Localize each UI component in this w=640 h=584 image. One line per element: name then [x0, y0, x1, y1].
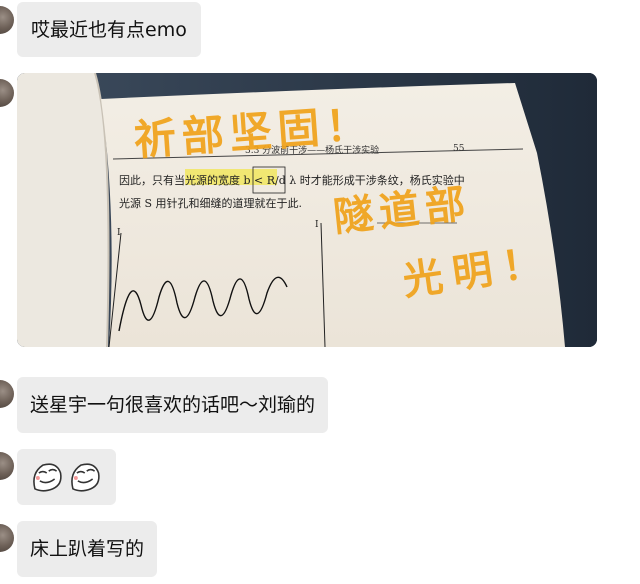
message-text: 送星宇一句很喜欢的话吧～刘瑜的 [30, 394, 316, 416]
book-text-line: 光源 S 用针孔和细缝的道理就在于此. [119, 196, 302, 210]
avatar[interactable] [0, 6, 14, 34]
avatar[interactable] [0, 524, 14, 552]
message-text: 床上趴着写的 [30, 538, 145, 560]
book-text-line: 因此，只有当光源的宽度 b < R/d λ 时才能形成干涉条纹，杨氏实验中 [119, 173, 465, 187]
graph-axis-label: I [117, 228, 121, 238]
message-bubble[interactable]: 哎最近也有点emo [17, 2, 201, 57]
graph-axis-label: I [315, 220, 319, 230]
smirk-face-sticker-icon [33, 463, 62, 492]
avatar[interactable] [0, 79, 14, 107]
avatar[interactable] [0, 380, 14, 408]
message-bubble[interactable]: 床上趴着写的 [17, 521, 158, 577]
avatar[interactable] [0, 452, 14, 480]
message-text: 哎最近也有点emo [31, 18, 187, 41]
photo-message[interactable]: 3.3 分波前干涉——杨氏干涉实验 55 因此，只有当光源的宽度 b < R/d… [17, 73, 597, 347]
smirk-face-sticker-icon [70, 463, 100, 492]
book-page-number: 55 [453, 144, 465, 154]
photo-image: 3.3 分波前干涉——杨氏干涉实验 55 因此，只有当光源的宽度 b < R/d… [17, 73, 597, 347]
sticker-message[interactable] [17, 449, 116, 505]
message-bubble[interactable]: 送星宇一句很喜欢的话吧～刘瑜的 [17, 377, 329, 433]
